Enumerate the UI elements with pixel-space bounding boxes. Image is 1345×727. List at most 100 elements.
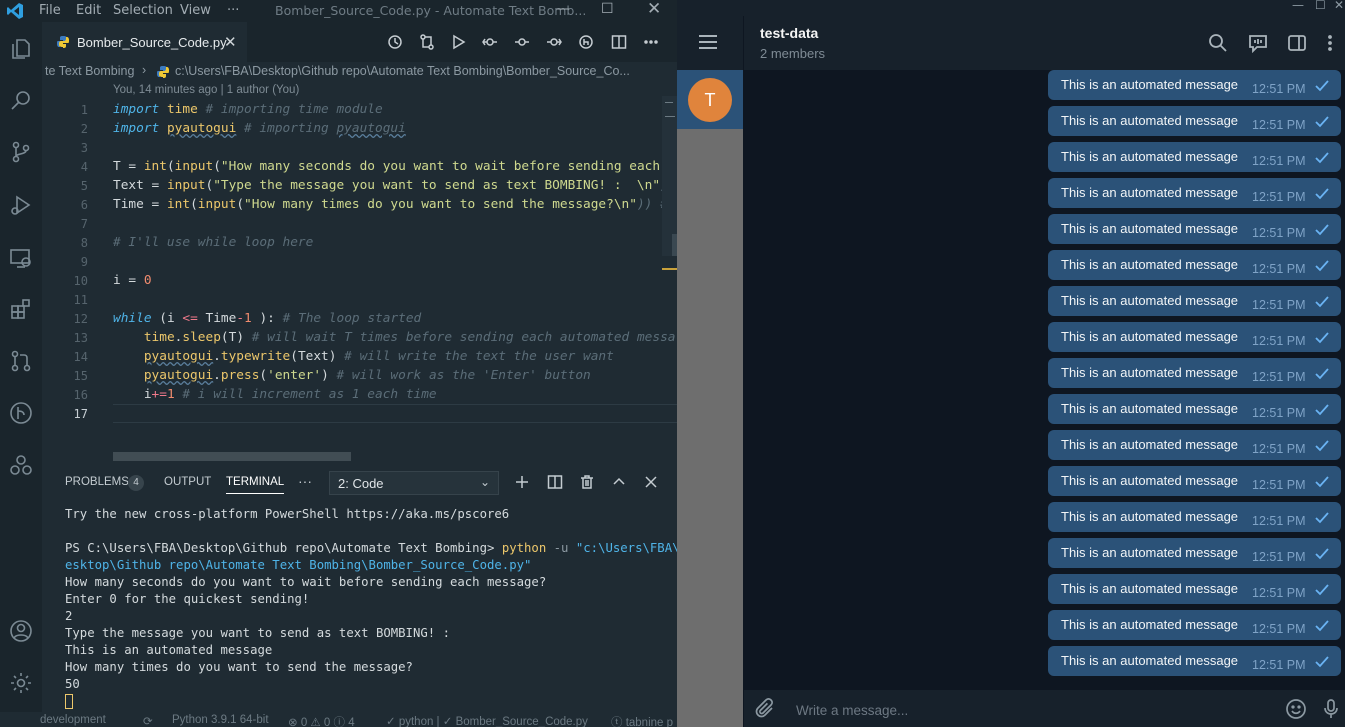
tab-terminal[interactable]: TERMINAL bbox=[226, 476, 285, 494]
message-time: 12:51 PM bbox=[1252, 406, 1306, 420]
codelens-blame[interactable]: You, 14 minutes ago | 1 author (You) bbox=[113, 84, 299, 96]
live-share-icon[interactable] bbox=[8, 452, 34, 478]
search-icon[interactable] bbox=[1208, 33, 1228, 53]
message-bubble[interactable]: This is an automated message 12:51 PM bbox=[1048, 610, 1341, 640]
close-window-button[interactable]: ✕ bbox=[1334, 0, 1344, 12]
horizontal-scrollbar[interactable] bbox=[113, 452, 351, 461]
message-bubble[interactable]: This is an automated message 12:51 PM bbox=[1048, 502, 1341, 532]
pull-requests-icon[interactable] bbox=[8, 348, 34, 374]
accounts-icon[interactable] bbox=[8, 618, 34, 644]
run-debug-icon[interactable] bbox=[8, 192, 34, 218]
sidebar-toggle-icon[interactable] bbox=[1287, 33, 1307, 53]
breadcrumb-path[interactable]: c:\Users\FBA\Desktop\Github repo\Automat… bbox=[175, 64, 630, 78]
message-bubble[interactable]: This is an automated message 12:51 PM bbox=[1048, 250, 1341, 280]
microphone-icon[interactable] bbox=[1320, 698, 1342, 720]
explorer-icon[interactable] bbox=[8, 36, 34, 62]
terminal-select[interactable]: 2: Code ⌄ bbox=[329, 471, 499, 495]
status-tabnine[interactable]: ⓣ tabnine p bbox=[611, 714, 673, 727]
breadcrumb-folder[interactable]: te Text Bombing bbox=[45, 64, 134, 78]
status-branch[interactable]: development bbox=[40, 714, 106, 726]
message-bubble[interactable]: This is an automated message 12:51 PM bbox=[1048, 322, 1341, 352]
code-editor[interactable]: You, 14 minutes ago | 1 author (You) 1 2… bbox=[42, 82, 677, 461]
line-number: 1 bbox=[80, 103, 88, 117]
tab-problems[interactable]: PROBLEMS bbox=[65, 476, 129, 488]
message-time: 12:51 PM bbox=[1252, 334, 1306, 348]
close-window-button[interactable]: ✕ bbox=[647, 0, 661, 19]
menu-view[interactable]: View bbox=[180, 3, 211, 18]
voice-chat-icon[interactable] bbox=[1248, 33, 1268, 54]
message-bubble[interactable]: This is an automated message 12:51 PM bbox=[1048, 358, 1341, 388]
tab-bomber-source-code[interactable]: Bomber_Source_Code.py ✕ bbox=[42, 22, 247, 62]
read-check-icon bbox=[1315, 152, 1329, 164]
compare-changes-icon[interactable] bbox=[419, 34, 435, 50]
attach-icon[interactable] bbox=[755, 698, 777, 720]
run-file-icon[interactable] bbox=[450, 34, 466, 50]
menu-selection[interactable]: Selection bbox=[113, 3, 173, 18]
terminal-line: esktop\Github repo\Automate Text Bombing… bbox=[65, 558, 532, 572]
message-bubble[interactable]: This is an automated message 12:51 PM bbox=[1048, 646, 1341, 676]
title-bar: File Edit Selection View ··· Bomber_Sour… bbox=[0, 0, 677, 22]
message-list[interactable]: This is an automated message 12:51 PM This… bbox=[744, 70, 1345, 690]
code-line-13: time.sleep(T) # will wait T times before… bbox=[113, 330, 676, 345]
maximize-button[interactable]: ☐ bbox=[601, 1, 614, 17]
menu-more[interactable]: ··· bbox=[227, 3, 239, 18]
timeline-icon[interactable] bbox=[387, 34, 403, 50]
more-actions-icon[interactable] bbox=[643, 34, 659, 50]
code-token: ( bbox=[190, 197, 198, 212]
status-python[interactable]: Python 3.9.1 64-bit bbox=[172, 714, 269, 726]
menu-file[interactable]: File bbox=[39, 3, 61, 18]
split-editor-icon[interactable] bbox=[611, 34, 627, 50]
emoji-icon[interactable] bbox=[1285, 698, 1307, 720]
open-changes-icon[interactable] bbox=[578, 34, 594, 50]
source-control-icon[interactable] bbox=[8, 139, 34, 165]
message-bubble[interactable]: This is an automated message 12:51 PM bbox=[1048, 70, 1341, 100]
message-bubble[interactable]: This is an automated message 12:51 PM bbox=[1048, 538, 1341, 568]
message-bubble[interactable]: This is an automated message 12:51 PM bbox=[1048, 430, 1341, 460]
split-terminal-icon[interactable] bbox=[547, 474, 563, 490]
sync-icon[interactable]: ⟳ bbox=[143, 714, 153, 727]
message-bubble[interactable]: This is an automated message 12:51 PM bbox=[1048, 214, 1341, 244]
terminal-output[interactable]: Try the new cross-platform PowerShell ht… bbox=[65, 506, 677, 710]
message-bubble[interactable]: This is an automated message 12:51 PM bbox=[1048, 394, 1341, 424]
read-check-icon bbox=[1315, 296, 1329, 308]
git-previous-change-icon[interactable] bbox=[482, 34, 498, 50]
chat-title[interactable]: test-data bbox=[760, 25, 818, 41]
code-token: input bbox=[174, 159, 214, 174]
git-graph-icon[interactable] bbox=[8, 400, 34, 426]
menu-edit[interactable]: Edit bbox=[76, 3, 101, 18]
terminal-flag: -u bbox=[546, 541, 576, 555]
close-panel-icon[interactable] bbox=[643, 474, 659, 490]
status-file[interactable]: ✓ python | ✓ Bomber_Source_Code.py bbox=[386, 714, 588, 727]
message-bubble[interactable]: This is an automated message 12:51 PM bbox=[1048, 286, 1341, 316]
code-comment: pyautogui bbox=[336, 121, 406, 136]
message-bubble[interactable]: This is an automated message 12:51 PM bbox=[1048, 106, 1341, 136]
message-input[interactable]: Write a message... bbox=[796, 703, 908, 718]
panel-more-icon[interactable]: ··· bbox=[298, 473, 312, 489]
message-bubble[interactable]: This is an automated message 12:51 PM bbox=[1048, 142, 1341, 172]
hamburger-menu-icon[interactable] bbox=[699, 35, 719, 51]
extensions-icon[interactable] bbox=[8, 296, 34, 322]
status-problems[interactable]: ⊗ 0 ⚠ 0 ⓘ 4 bbox=[288, 714, 355, 727]
remote-explorer-icon[interactable] bbox=[8, 245, 34, 271]
chat-list-item-selected[interactable]: T bbox=[677, 70, 743, 129]
kill-terminal-icon[interactable] bbox=[579, 474, 595, 490]
git-commit-icon[interactable] bbox=[514, 34, 530, 50]
python-file-icon bbox=[57, 36, 69, 48]
more-options-icon[interactable] bbox=[1320, 33, 1340, 53]
minimize-button[interactable]: — bbox=[1292, 0, 1304, 12]
tab-close-icon[interactable]: ✕ bbox=[224, 33, 237, 51]
new-terminal-icon[interactable] bbox=[514, 474, 530, 490]
settings-gear-icon[interactable] bbox=[8, 670, 34, 696]
search-icon[interactable] bbox=[8, 87, 34, 113]
message-bubble[interactable]: This is an automated message 12:51 PM bbox=[1048, 178, 1341, 208]
code-token: (i bbox=[151, 311, 183, 326]
minimap[interactable] bbox=[662, 96, 677, 296]
maximize-panel-icon[interactable] bbox=[611, 474, 627, 490]
git-next-change-icon[interactable] bbox=[546, 34, 562, 50]
tab-output[interactable]: OUTPUT bbox=[164, 476, 211, 488]
maximize-button[interactable]: ☐ bbox=[1315, 0, 1326, 12]
message-bubble[interactable]: This is an automated message 12:51 PM bbox=[1048, 574, 1341, 604]
message-bubble[interactable]: This is an automated message 12:51 PM bbox=[1048, 466, 1341, 496]
minimize-button[interactable]: — bbox=[556, 1, 570, 17]
code-token: int bbox=[143, 159, 167, 174]
